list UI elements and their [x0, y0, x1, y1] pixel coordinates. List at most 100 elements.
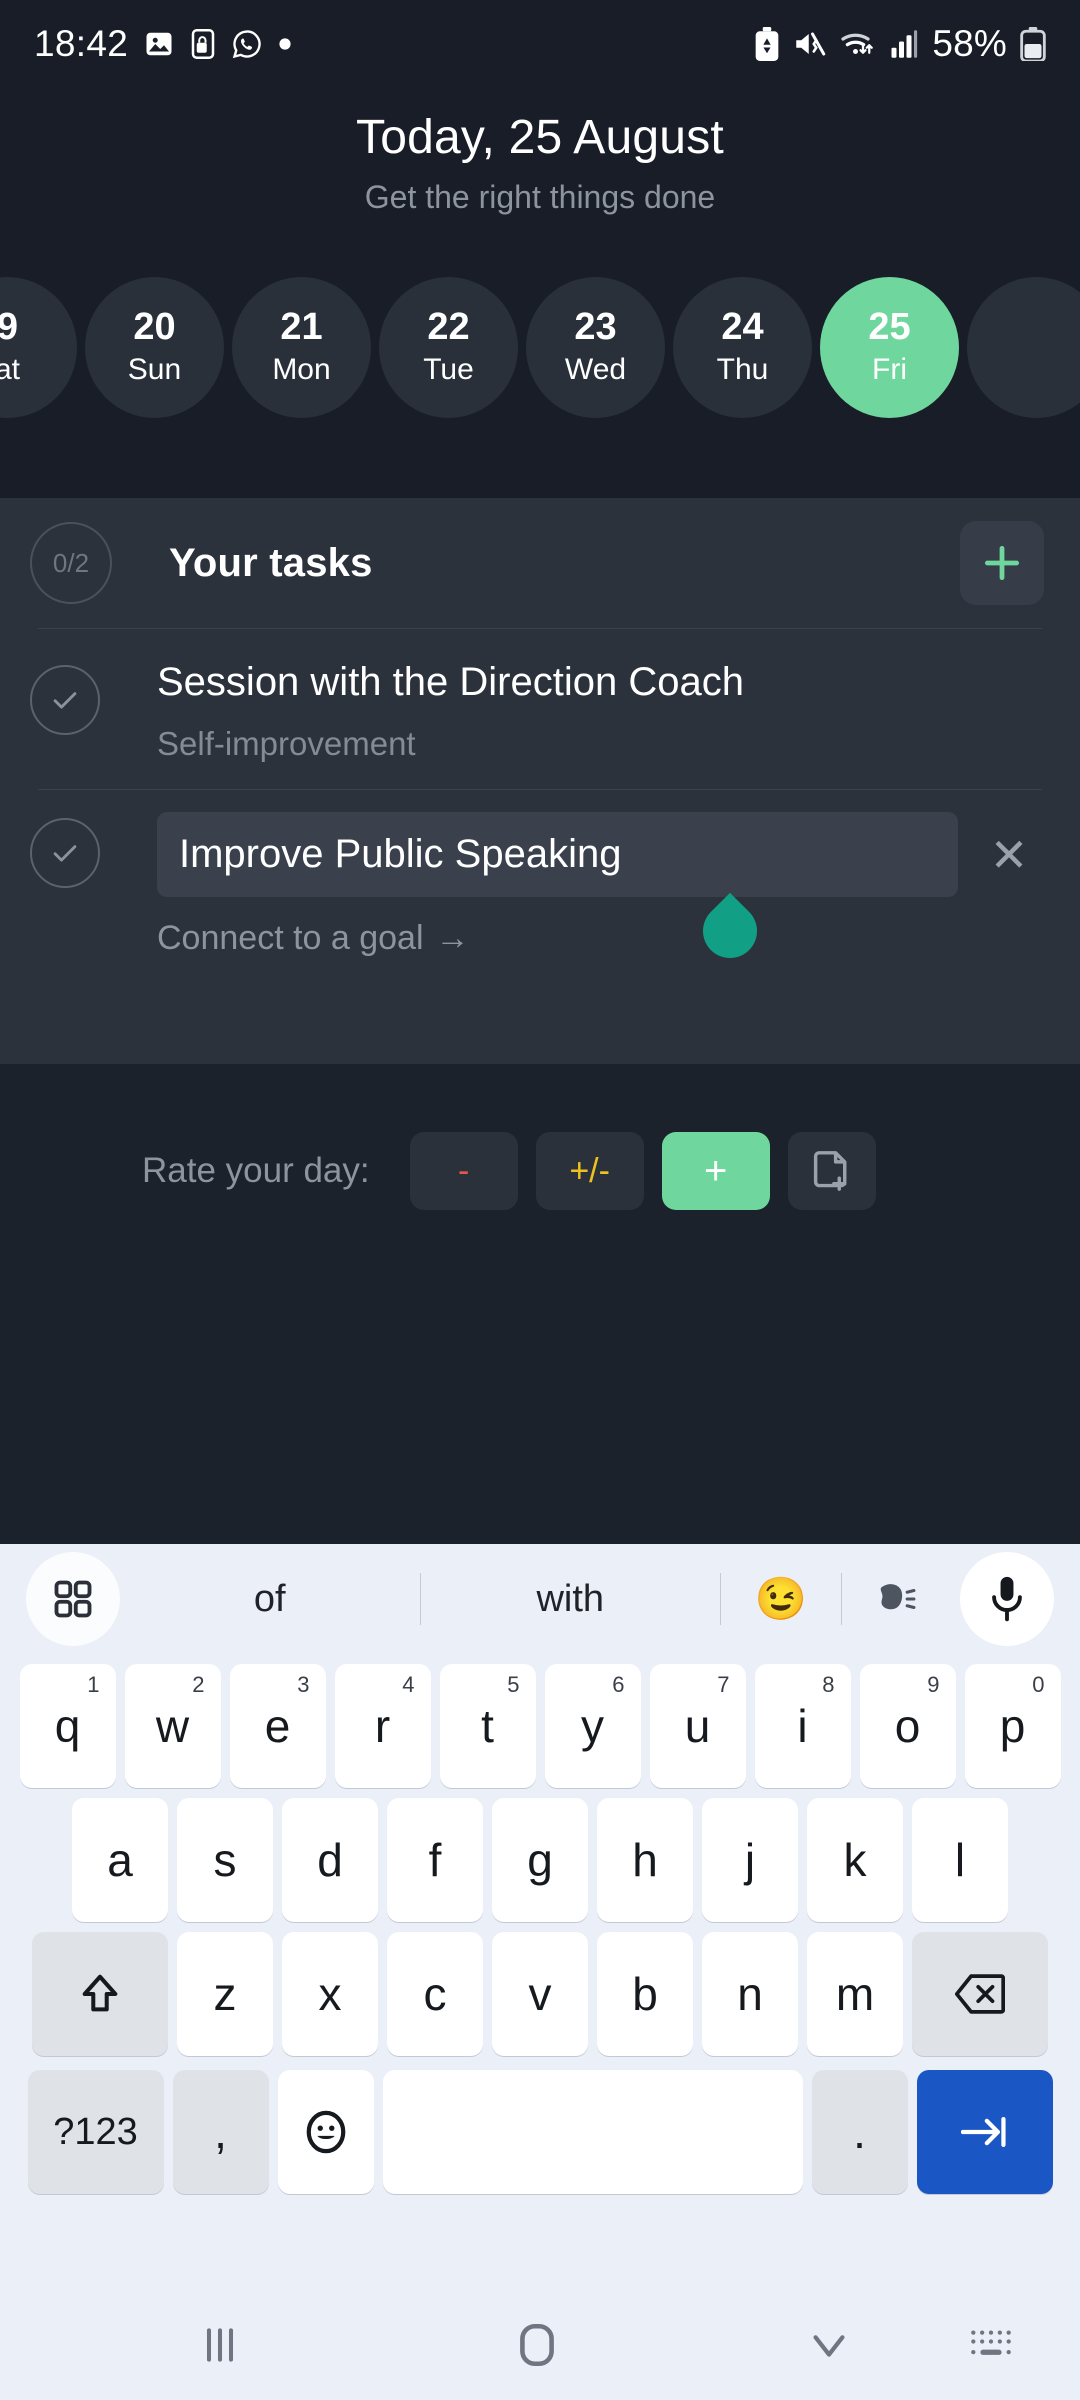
- rate-button-mix[interactable]: +/-: [535, 1132, 644, 1210]
- key-label: j: [744, 1834, 756, 1886]
- key-q[interactable]: q1: [19, 1664, 116, 1788]
- rate-note-button[interactable]: [787, 1132, 876, 1210]
- date-pill-21[interactable]: 21 Mon: [232, 277, 371, 418]
- tasks-title: Your tasks: [169, 540, 373, 585]
- date-pill-22[interactable]: 22 Tue: [379, 277, 518, 418]
- shift-key[interactable]: [32, 1932, 168, 2056]
- emoji-key[interactable]: [277, 2070, 374, 2194]
- rate-button-neg[interactable]: -: [409, 1132, 518, 1210]
- key-c[interactable]: c: [387, 1932, 483, 2056]
- key-p[interactable]: p0: [964, 1664, 1061, 1788]
- keyboard-row-2[interactable]: asdfghjkl: [0, 1798, 1080, 1922]
- key-n[interactable]: n: [702, 1932, 798, 2056]
- rate-day-section: Rate your day: - +/- +: [0, 1064, 1080, 1544]
- date-number: 20: [133, 305, 176, 348]
- connect-goal-label: Connect to a goal: [157, 919, 424, 957]
- date-selector[interactable]: 9 at 20 Sun 21 Mon 22 Tue 23 Wed 24 Thu 25 Fri: [0, 270, 1080, 425]
- add-task-button[interactable]: [960, 521, 1044, 605]
- key-z[interactable]: z: [177, 1932, 273, 2056]
- key-w[interactable]: w2: [124, 1664, 221, 1788]
- numbers-key[interactable]: ?123: [27, 2070, 164, 2194]
- key-label: o: [894, 1700, 921, 1752]
- tasks-card: 0/2 Your tasks Session with the Directio…: [0, 498, 1080, 1064]
- key-label: b: [632, 1968, 658, 2020]
- date-number: 22: [427, 305, 470, 348]
- keyboard-row-4[interactable]: ?123 , .: [0, 2070, 1080, 2194]
- arrow-right-icon: →: [435, 919, 470, 957]
- task-checkbox[interactable]: [30, 818, 100, 888]
- home-icon[interactable]: [512, 2320, 562, 2370]
- keyboard-switch-icon[interactable]: [968, 2326, 1014, 2364]
- backspace-key[interactable]: [912, 1932, 1048, 2056]
- keyboard-row-1[interactable]: q1w2e3r4t5y6u7i8o9p0: [0, 1664, 1080, 1788]
- apps-grid-icon[interactable]: [26, 1552, 120, 1646]
- suggestion-word[interactable]: of: [120, 1578, 420, 1621]
- chevron-down-icon[interactable]: [806, 2322, 852, 2368]
- key-b[interactable]: b: [597, 1932, 693, 2056]
- emoji-suggestion-icon[interactable]: 😉: [721, 1575, 841, 1624]
- key-e[interactable]: e3: [229, 1664, 326, 1788]
- key-d[interactable]: d: [282, 1798, 378, 1922]
- system-navigation-bar[interactable]: [0, 2290, 1080, 2400]
- date-pill-25[interactable]: 25 Fri: [820, 277, 959, 418]
- suggestion-word[interactable]: with: [421, 1578, 721, 1621]
- task-row-editing[interactable]: Improve Public Speaking Connect to a goa…: [0, 790, 1080, 984]
- connect-to-goal-link[interactable]: Connect to a goal →: [157, 919, 958, 958]
- date-pill-24[interactable]: 24 Thu: [673, 277, 812, 418]
- clear-task-button[interactable]: ✕: [974, 812, 1044, 958]
- key-t[interactable]: t5: [439, 1664, 536, 1788]
- key-g[interactable]: g: [492, 1798, 588, 1922]
- key-m[interactable]: m: [807, 1932, 903, 2056]
- date-pill-20[interactable]: 20 Sun: [85, 277, 224, 418]
- key-x[interactable]: x: [282, 1932, 378, 2056]
- task-title-input[interactable]: Improve Public Speaking: [157, 812, 958, 897]
- key-j[interactable]: j: [702, 1798, 798, 1922]
- key-label: z: [213, 1968, 237, 2020]
- key-number-hint: 6: [612, 1672, 625, 1697]
- key-f[interactable]: f: [387, 1798, 483, 1922]
- period-key[interactable]: .: [811, 2070, 908, 2194]
- key-label: p: [999, 1700, 1026, 1752]
- task-checkbox[interactable]: [30, 665, 100, 735]
- date-weekday: Sun: [127, 353, 182, 387]
- enter-key[interactable]: [916, 2070, 1053, 2194]
- comma-key[interactable]: ,: [172, 2070, 269, 2194]
- key-label: s: [213, 1834, 237, 1886]
- key-number-hint: 5: [507, 1672, 520, 1697]
- rate-button-pos[interactable]: +: [661, 1132, 770, 1210]
- date-weekday: at: [0, 353, 21, 387]
- space-key[interactable]: [382, 2070, 803, 2194]
- key-number-hint: 3: [297, 1672, 310, 1697]
- key-s[interactable]: s: [177, 1798, 273, 1922]
- microphone-icon[interactable]: [960, 1552, 1054, 1646]
- key-k[interactable]: k: [807, 1798, 903, 1922]
- key-l[interactable]: l: [912, 1798, 1008, 1922]
- task-title-value: Improve Public Speaking: [179, 832, 622, 876]
- speech-icon[interactable]: [842, 1580, 952, 1618]
- task-row[interactable]: Session with the Direction Coach Self-im…: [0, 629, 1080, 789]
- mute-icon: [793, 29, 827, 59]
- key-v[interactable]: v: [492, 1932, 588, 2056]
- key-h[interactable]: h: [597, 1798, 693, 1922]
- recents-icon[interactable]: [198, 2323, 242, 2367]
- key-label: x: [318, 1968, 342, 2020]
- key-r[interactable]: r4: [334, 1664, 431, 1788]
- date-weekday: Mon: [272, 353, 331, 387]
- date-pill-9[interactable]: 9 at: [0, 277, 77, 418]
- signal-icon: [889, 29, 919, 59]
- date-weekday: Wed: [564, 353, 627, 387]
- task-title: Session with the Direction Coach: [157, 660, 744, 704]
- phone-lock-icon: [190, 29, 216, 59]
- key-u[interactable]: u7: [649, 1664, 746, 1788]
- key-i[interactable]: i8: [754, 1664, 851, 1788]
- on-screen-keyboard[interactable]: of with 😉 q1w2e3r4t5y6u7i8o9p0 asdfghjkl…: [0, 1544, 1080, 2290]
- key-o[interactable]: o9: [859, 1664, 956, 1788]
- date-pill-23[interactable]: 23 Wed: [526, 277, 665, 418]
- key-label: f: [428, 1834, 442, 1886]
- date-pill-next[interactable]: [967, 277, 1080, 418]
- keyboard-row-3[interactable]: z xcvbnm: [0, 1932, 1080, 2056]
- battery-percent: 58%: [932, 23, 1007, 64]
- key-y[interactable]: y6: [544, 1664, 641, 1788]
- key-a[interactable]: a: [72, 1798, 168, 1922]
- status-clock: 18:42: [34, 23, 129, 64]
